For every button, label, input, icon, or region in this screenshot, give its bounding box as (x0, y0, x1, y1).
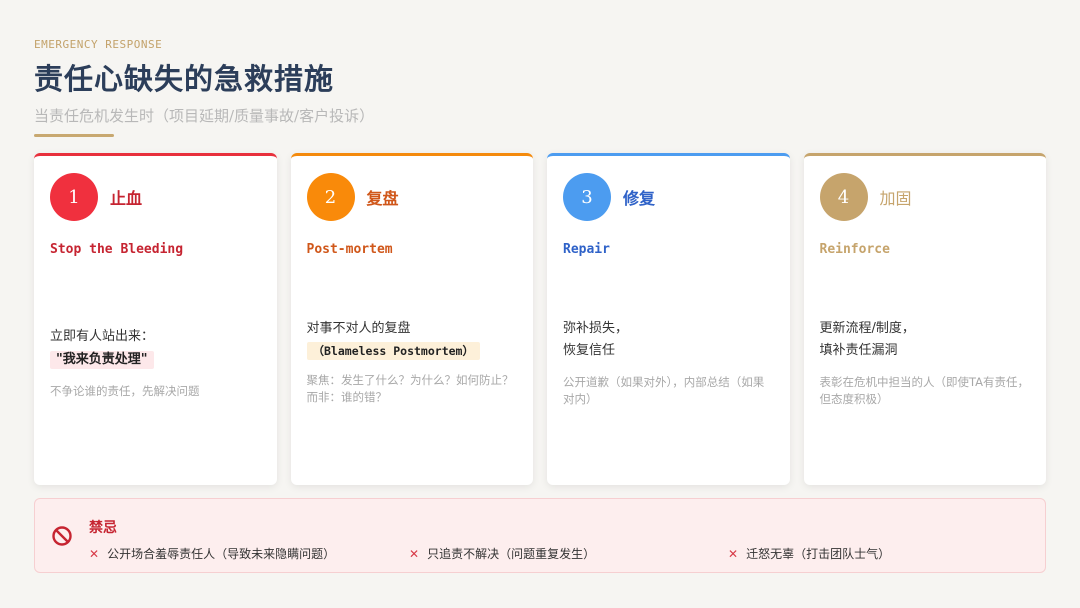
card-main-text: 对事不对人的复盘 (306, 321, 411, 336)
card-note: 公开道歉（如果对外），内部总结（如果对内） (563, 375, 765, 406)
card-header: 1 止血 (50, 172, 261, 222)
card-title: 加固 (879, 189, 912, 208)
step-card-reinforce: 4 加固 Reinforce 更新流程/制度， 填补责任漏洞 表彰在危机中担当的… (803, 153, 1046, 485)
ban-icon (52, 526, 72, 546)
card-english-title: Repair (563, 242, 610, 257)
card-highlight: "我来负责处理" (50, 351, 154, 369)
step-card-repair: 3 修复 Repair 弥补损失， 恢复信任 公开道歉（如果对外），内部总结（如… (547, 153, 790, 485)
forbidden-item-text: 迁怒无辜（打击团队士气） (746, 547, 891, 561)
card-english-title: Stop the Bleeding (50, 242, 184, 257)
card-main-text: 更新流程/制度， (819, 321, 915, 336)
page-title: 责任心缺失的急救措施 (34, 62, 335, 96)
forbidden-item: ✕ 迁怒无辜（打击团队士气） (728, 545, 890, 562)
card-header: 2 复盘 (306, 172, 518, 222)
title-divider (34, 134, 114, 137)
cross-icon: ✕ (409, 546, 420, 561)
step-number-badge: 1 (50, 173, 98, 221)
card-main-text: 填补责任漏洞 (819, 343, 898, 358)
card-english-title: Post-mortem (306, 242, 393, 257)
card-body: 立即有人站出来： "我来负责处理" 不争论谁的责任，先解决问题 (50, 326, 263, 400)
card-main-text: 恢复信任 (563, 343, 616, 358)
card-english-title: Reinforce (819, 242, 890, 257)
card-header: 3 修复 (563, 172, 774, 222)
card-main-text: 立即有人站出来： (50, 329, 155, 344)
forbidden-title: 禁忌 (89, 520, 117, 536)
step-number-badge: 2 (306, 173, 355, 221)
step-card-postmortem: 2 复盘 Post-mortem 对事不对人的复盘 （Blameless Pos… (290, 153, 533, 485)
card-body: 对事不对人的复盘 （Blameless Postmortem） 聚焦：发生了什么… (306, 318, 520, 406)
step-number-badge: 3 (563, 173, 611, 221)
step-card-stop-bleeding: 1 止血 Stop the Bleeding 立即有人站出来： "我来负责处理"… (34, 153, 277, 485)
page-subtitle: 当责任危机发生时（项目延期/质量事故/客户投诉） (34, 107, 375, 125)
card-title: 修复 (623, 189, 656, 208)
card-note: 表彰在危机中担当的人（即使TA有责任，但态度积极） (819, 375, 1030, 406)
card-header: 4 加固 (819, 172, 1031, 222)
card-title: 复盘 (366, 189, 399, 208)
card-title: 止血 (110, 189, 143, 208)
card-note: 不争论谁的责任，先解决问题 (50, 384, 200, 398)
forbidden-item: ✕ 公开场合羞辱责任人（导致未来隐瞒问题） (89, 545, 335, 562)
card-highlight: （Blameless Postmortem） (306, 342, 480, 360)
cross-icon: ✕ (728, 546, 739, 561)
step-number-badge: 4 (819, 173, 868, 221)
eyebrow-label: EMERGENCY RESPONSE (34, 38, 163, 51)
forbidden-item-text: 只追责不解决（问题重复发生） (427, 547, 596, 561)
card-main-text: 弥补损失， (563, 321, 629, 336)
step-cards: 1 止血 Stop the Bleeding 立即有人站出来： "我来负责处理"… (34, 153, 1046, 485)
forbidden-item: ✕ 只追责不解决（问题重复发生） (409, 545, 595, 562)
cross-icon: ✕ (89, 546, 100, 561)
card-body: 更新流程/制度， 填补责任漏洞 表彰在危机中担当的人（即使TA有责任，但态度积极… (820, 318, 1033, 408)
card-note: 聚焦：发生了什么？为什么？如何防止？而非：谁的错？ (306, 373, 514, 404)
card-body: 弥补损失， 恢复信任 公开道歉（如果对外），内部总结（如果对内） (563, 318, 776, 408)
forbidden-panel: 禁忌 ✕ 公开场合羞辱责任人（导致未来隐瞒问题） ✕ 只追责不解决（问题重复发生… (34, 498, 1046, 573)
forbidden-item-text: 公开场合羞辱责任人（导致未来隐瞒问题） (107, 547, 336, 561)
